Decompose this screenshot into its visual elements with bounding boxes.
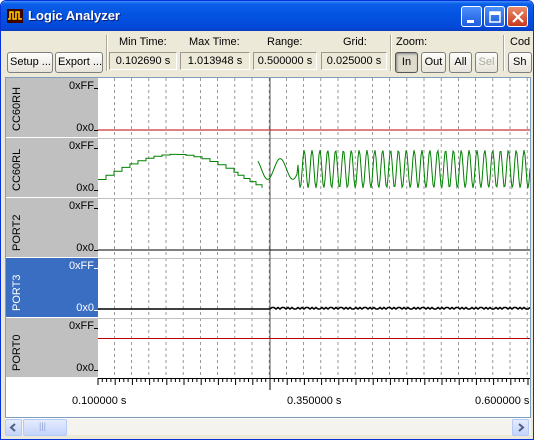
arrow-left-icon	[9, 423, 16, 432]
arrow-right-icon	[518, 423, 525, 432]
minimize-button[interactable]	[461, 6, 482, 27]
signal-min-label: 0x0	[76, 182, 94, 194]
signal-row-port0[interactable]: PORT0 0xFF 0x0	[6, 318, 98, 378]
signal-min-label: 0x0	[76, 302, 94, 314]
export-button[interactable]: Export ...	[55, 52, 103, 73]
zoom-all-button[interactable]: All	[449, 52, 472, 73]
logic-analyzer-app-icon	[7, 9, 23, 23]
signal-row-port2[interactable]: PORT2 0xFF 0x0	[6, 198, 98, 258]
zoom-selection-button[interactable]: Sel	[475, 52, 498, 73]
scroll-thumb[interactable]: |||	[23, 419, 67, 436]
scroll-left-button[interactable]	[5, 419, 22, 436]
signal-name: PORT2	[11, 214, 23, 251]
show-code-button[interactable]: Sh	[508, 52, 532, 73]
min-time-value: 0.102690 s	[109, 52, 177, 70]
zoom-in-button[interactable]: In	[395, 52, 418, 73]
logic-analyzer-window: Logic Analyzer Setup ... Export ... Min …	[0, 0, 534, 440]
zoom-out-button[interactable]: Out	[421, 52, 446, 73]
window-title: Logic Analyzer	[28, 8, 120, 23]
waveform-plot[interactable]	[98, 78, 530, 378]
min-time-label: Min Time:	[119, 36, 167, 48]
signal-trace	[98, 153, 263, 188]
signal-name: CC60RH	[11, 86, 23, 131]
toolbar-separator	[106, 35, 108, 71]
minimize-icon	[467, 20, 474, 23]
scroll-right-button[interactable]	[512, 419, 529, 436]
signal-min-label: 0x0	[76, 362, 94, 374]
close-button[interactable]	[507, 6, 528, 27]
time-axis: 0.100000 s 0.350000 s 0.600000 s	[6, 378, 530, 417]
horizontal-scrollbar[interactable]: |||	[5, 418, 531, 436]
signal-row-cc60rl[interactable]: CC60RL 0xFF 0x0	[6, 138, 98, 198]
range-value: 0.500000 s	[253, 52, 317, 70]
zoom-label: Zoom:	[396, 36, 428, 48]
close-icon	[512, 11, 524, 23]
signal-max-label: 0xFF	[68, 140, 94, 152]
signal-name: PORT0	[11, 334, 23, 371]
waveform-panel[interactable]: CC60RH 0xFF 0x0 CC60RL 0xFF 0x0 PORT2 0xFF 0x0 PO…	[5, 77, 531, 418]
signal-row-port3[interactable]: PORT3 0xFF 0x0	[6, 258, 98, 318]
max-time-value: 1.013948 s	[180, 52, 250, 70]
time-axis-label: 0.100000 s	[72, 395, 127, 407]
max-time-label: Max Time:	[189, 36, 240, 48]
signal-row-cc60rh[interactable]: CC60RH 0xFF 0x0	[6, 78, 98, 138]
title-bar[interactable]: Logic Analyzer	[1, 1, 533, 31]
maximize-icon	[489, 11, 501, 23]
range-label: Range:	[267, 36, 303, 48]
signal-name-column: CC60RH 0xFF 0x0 CC60RL 0xFF 0x0 PORT2 0xFF 0x0 PO…	[6, 78, 98, 417]
signal-name: CC60RL	[11, 148, 23, 191]
time-axis-label: 0.350000 s	[287, 395, 342, 407]
grid-label: Grid:	[343, 36, 367, 48]
signal-min-label: 0x0	[76, 122, 94, 134]
signal-max-label: 0xFF	[68, 320, 94, 332]
signal-max-label: 0xFF	[68, 260, 94, 272]
signal-max-label: 0xFF	[68, 80, 94, 92]
signal-trace	[98, 306, 530, 310]
toolbar-separator	[390, 35, 392, 71]
setup-button[interactable]: Setup ...	[7, 52, 53, 73]
signal-min-label: 0x0	[76, 242, 94, 254]
toolbar: Setup ... Export ... Min Time: 0.102690 …	[5, 33, 532, 75]
toolbar-separator	[503, 35, 505, 71]
signal-name: PORT3	[11, 274, 23, 311]
signal-trace	[257, 148, 530, 190]
signal-max-label: 0xFF	[68, 200, 94, 212]
time-axis-label: 0.600000 s	[475, 395, 530, 407]
maximize-button[interactable]	[484, 6, 505, 27]
scroll-thumb-grip: |||	[39, 421, 47, 431]
code-label: Cod	[510, 36, 531, 48]
grid-value: 0.025000 s	[321, 52, 387, 70]
